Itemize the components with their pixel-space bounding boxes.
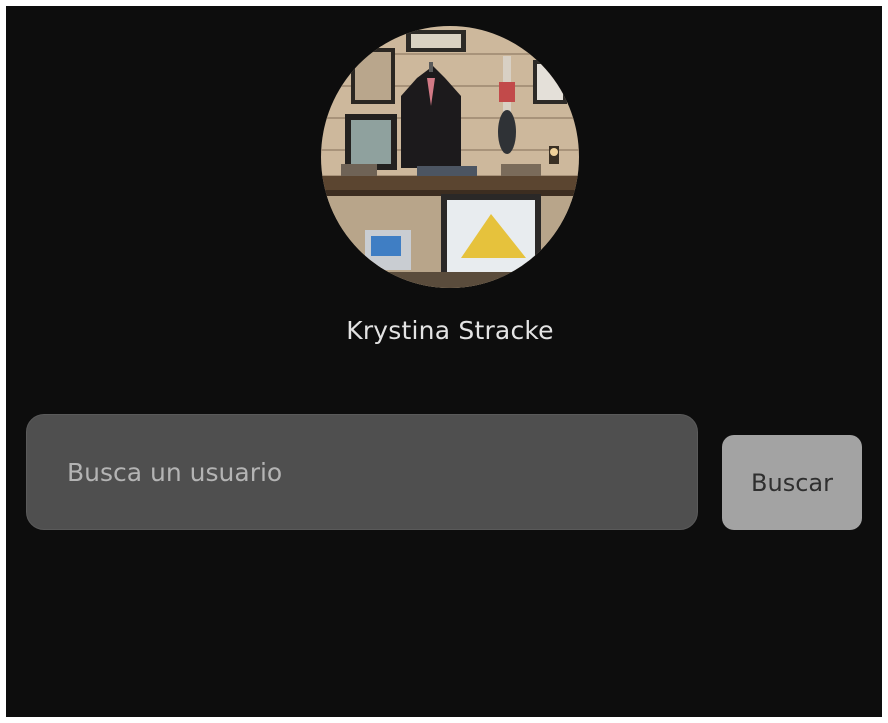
user-name: Krystina Stracke (346, 316, 554, 345)
search-input[interactable] (26, 414, 698, 530)
avatar (321, 26, 579, 288)
search-button[interactable]: Buscar (722, 435, 862, 530)
avatar-photo (321, 26, 579, 288)
app-frame: Krystina Stracke (6, 6, 882, 717)
